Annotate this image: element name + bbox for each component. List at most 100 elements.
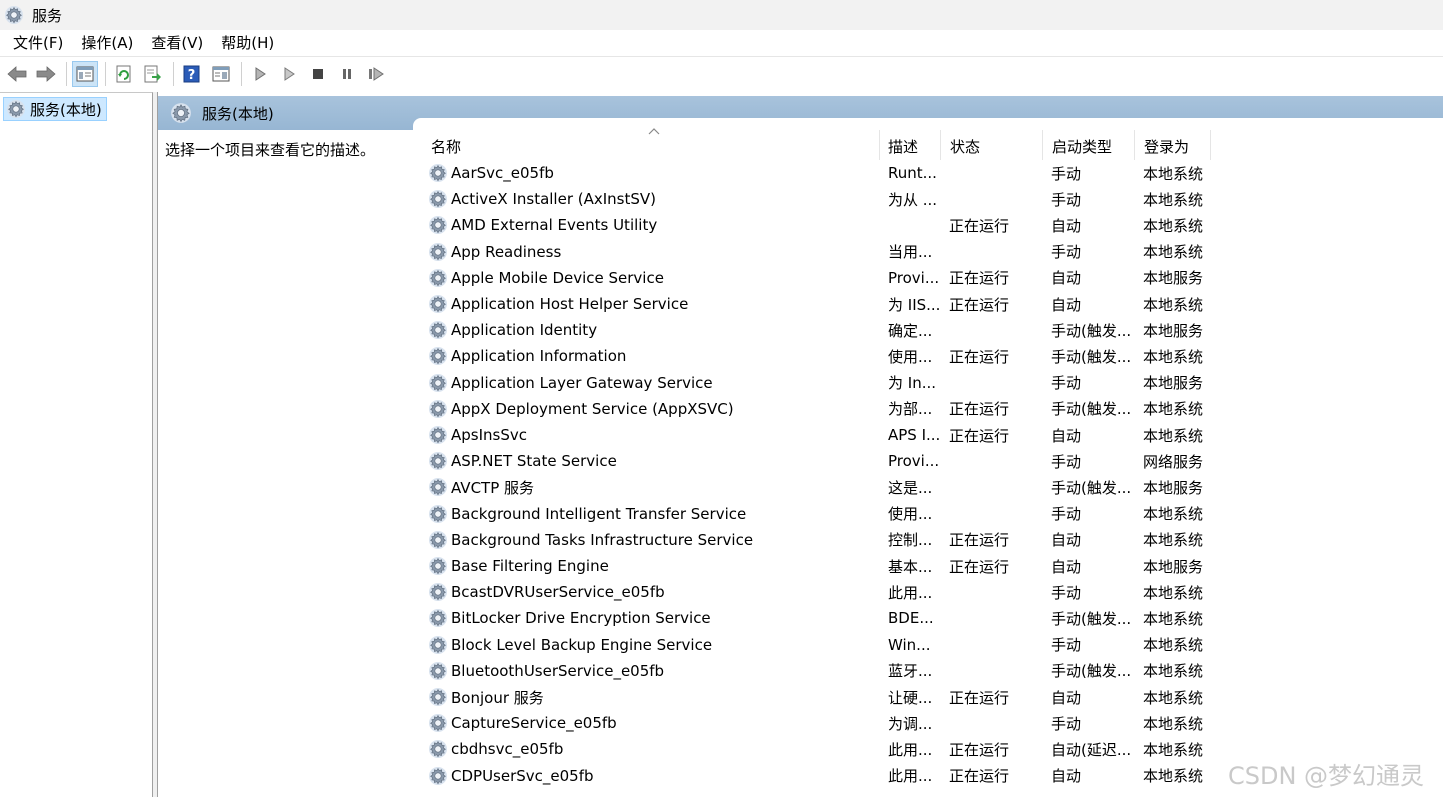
toolbar-separator (241, 61, 242, 86)
service-name: cbdhsvc_e05fb (451, 740, 564, 759)
service-startup-type: 手动 (1051, 636, 1082, 655)
properties-button[interactable] (208, 61, 234, 87)
table-row[interactable]: BluetoothUserService_e05fb 蓝牙... 手动(触发... 本… (425, 658, 1225, 684)
column-divider[interactable] (1210, 130, 1211, 160)
table-row[interactable]: Background Tasks Infrastructure Service 控… (425, 527, 1225, 553)
table-row[interactable]: AVCTP 服务 这是... 手动(触发... 本地服务 (425, 474, 1225, 500)
service-status: 正在运行 (949, 269, 1010, 288)
table-row[interactable]: AarSvc_e05fb Runt... 手动 本地系统 (425, 160, 1225, 186)
table-row[interactable]: Application Host Helper Service 为 IIS... 正… (425, 291, 1225, 317)
export-list-button[interactable] (140, 61, 166, 87)
back-button[interactable] (4, 61, 30, 87)
service-logon-as: 本地服务 (1143, 478, 1204, 497)
table-row[interactable]: ASP.NET State Service Provi... 手动 网络服务 (425, 448, 1225, 474)
table-row[interactable]: Bonjour 服务 让硬... 正在运行 自动 本地系统 (425, 684, 1225, 710)
column-header-status[interactable]: 状态 (950, 132, 980, 160)
column-header-logon-as[interactable]: 登录为 (1144, 132, 1189, 160)
pause-service-icon (343, 68, 351, 79)
service-description: 为 IIS... (888, 295, 941, 314)
table-row[interactable]: Background Intelligent Transfer Service 使… (425, 501, 1225, 527)
service-description: 此用... (888, 740, 933, 759)
service-logon-as: 本地系统 (1143, 583, 1204, 602)
service-startup-type: 手动(触发... (1051, 662, 1132, 681)
service-startup-type: 手动 (1051, 164, 1082, 183)
table-row[interactable]: BitLocker Drive Encryption Service BDE...… (425, 605, 1225, 631)
service-startup-type: 手动 (1051, 714, 1082, 733)
back-icon (7, 65, 27, 82)
table-row[interactable]: AMD External Events Utility 正在运行 自动 本地系统 (425, 212, 1225, 238)
table-row[interactable]: BcastDVRUserService_e05fb 此用... 手动 本地系统 (425, 579, 1225, 605)
show-hide-tree-button[interactable] (72, 60, 98, 87)
service-logon-as: 本地系统 (1143, 216, 1204, 235)
service-logon-as: 本地系统 (1143, 400, 1204, 419)
table-row[interactable]: Block Level Backup Engine Service Win... 手… (425, 632, 1225, 658)
stop-service-icon (313, 68, 323, 79)
service-startup-type: 手动(触发... (1051, 347, 1132, 366)
table-row[interactable]: ActiveX Installer (AxInstSV) 为从 ... 手动 本地系统 (425, 186, 1225, 212)
column-header-startup-type[interactable]: 启动类型 (1052, 132, 1112, 160)
service-logon-as: 本地服务 (1143, 269, 1204, 288)
column-divider[interactable] (879, 130, 880, 160)
stop-service-button[interactable] (305, 61, 331, 87)
service-gear-icon (428, 451, 448, 471)
table-row[interactable]: ApsInsSvc APS I... 正在运行 自动 本地系统 (425, 422, 1225, 448)
table-row[interactable]: App Readiness 当用... 手动 本地系统 (425, 239, 1225, 265)
service-startup-type: 自动 (1051, 216, 1082, 235)
service-name: ApsInsSvc (451, 426, 527, 444)
column-divider[interactable] (940, 130, 941, 160)
description-pane: 选择一个项目来查看它的描述。 (158, 130, 413, 797)
column-header-description[interactable]: 描述 (888, 132, 918, 160)
forward-button[interactable] (33, 61, 59, 87)
column-divider[interactable] (1134, 130, 1135, 160)
console-tree: 服务(本地) (0, 92, 153, 797)
service-status: 正在运行 (949, 295, 1010, 314)
table-row[interactable]: Application Information 使用... 正在运行 手动(触发...… (425, 343, 1225, 369)
description-hint: 选择一个项目来查看它的描述。 (165, 141, 376, 159)
pause-service-button[interactable] (334, 61, 360, 87)
start-service-button[interactable] (247, 61, 273, 87)
table-row[interactable]: Application Identity 确定... 手动(触发... 本地服务 (425, 317, 1225, 343)
service-status: 正在运行 (949, 347, 1010, 366)
service-startup-type: 手动 (1051, 583, 1082, 602)
table-row[interactable]: cbdhsvc_e05fb 此用... 正在运行 自动(延迟... 本地系统 (425, 736, 1225, 762)
column-divider[interactable] (1042, 130, 1043, 160)
service-gear-icon (428, 242, 448, 262)
menu-view[interactable]: 查看(V) (142, 30, 212, 56)
service-description: 使用... (888, 505, 933, 524)
service-description: 此用... (888, 583, 933, 602)
service-logon-as: 本地系统 (1143, 426, 1204, 445)
service-name: CDPUserSvc_e05fb (451, 766, 594, 785)
service-startup-type: 自动 (1051, 295, 1082, 314)
table-row[interactable]: Apple Mobile Device Service Provi... 正在运行 自… (425, 265, 1225, 291)
tree-item-services-local[interactable]: 服务(本地) (3, 97, 107, 121)
restart-service-button[interactable] (363, 61, 389, 87)
service-description: 使用... (888, 347, 933, 366)
menu-help[interactable]: 帮助(H) (212, 30, 283, 56)
table-row[interactable]: Base Filtering Engine 基本... 正在运行 自动 本地服务 (425, 553, 1225, 579)
restart-service-icon (369, 66, 384, 81)
service-logon-as: 本地系统 (1143, 714, 1204, 733)
service-startup-type: 手动 (1051, 452, 1082, 471)
service-gear-icon (428, 713, 448, 733)
start-service-alt-button[interactable] (276, 61, 302, 87)
table-row[interactable]: Application Layer Gateway Service 为 In...… (425, 370, 1225, 396)
refresh-button[interactable] (111, 61, 137, 87)
service-name: Bonjour 服务 (451, 688, 544, 707)
menu-file[interactable]: 文件(F) (4, 30, 72, 56)
table-row[interactable]: CaptureService_e05fb 为调... 手动 本地系统 (425, 710, 1225, 736)
svg-text:?: ? (188, 68, 196, 83)
table-row[interactable]: CDPUserSvc_e05fb 此用... 正在运行 自动 本地系统 (425, 763, 1225, 789)
table-row[interactable]: AppX Deployment Service (AppXSVC) 为部... 正在… (425, 396, 1225, 422)
service-startup-type: 手动 (1051, 374, 1082, 393)
service-status: 正在运行 (949, 688, 1010, 707)
service-logon-as: 本地系统 (1143, 531, 1204, 550)
service-logon-as: 本地系统 (1143, 636, 1204, 655)
service-description: 为 In... (888, 374, 937, 393)
menu-action[interactable]: 操作(A) (72, 30, 142, 56)
service-logon-as: 本地服务 (1143, 374, 1204, 393)
column-header-name[interactable]: 名称 (431, 132, 461, 160)
service-name: Block Level Backup Engine Service (451, 635, 713, 654)
help-button[interactable]: ? (179, 61, 205, 87)
service-gear-icon (428, 661, 448, 681)
service-logon-as: 网络服务 (1143, 452, 1204, 471)
